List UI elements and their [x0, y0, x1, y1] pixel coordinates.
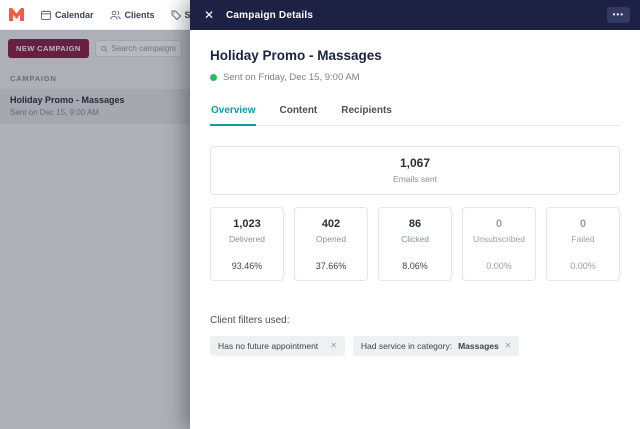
filter-chip-no-future-appointment: Has no future appointment ✕ — [210, 336, 345, 356]
tab-overview[interactable]: Overview — [210, 105, 257, 126]
stat-value: 402 — [321, 218, 341, 230]
filter-chip-service-category: Had service in category: Massages ✕ — [352, 336, 520, 356]
stats-row: 1,023 Delivered 93.46% 402 Opened 37.66%… — [210, 207, 620, 281]
emails-sent-value: 1,067 — [399, 156, 431, 170]
stat-label: Clicked — [401, 234, 429, 244]
chip-bold-text: Massages — [458, 341, 499, 351]
nav-item-clients[interactable]: Clients — [109, 9, 155, 20]
stat-percent: 93.46% — [231, 261, 263, 271]
close-icon[interactable]: ✕ — [200, 6, 218, 24]
stat-label: Opened — [315, 234, 347, 244]
panel-body: Holiday Promo - Massages Sent on Friday,… — [190, 30, 640, 356]
emails-sent-label: Emails sent — [393, 174, 437, 184]
more-options-button[interactable]: ••• — [606, 7, 630, 23]
emails-sent-card: 1,067 Emails sent — [210, 146, 620, 195]
campaign-title: Holiday Promo - Massages — [210, 48, 382, 63]
panel-header: ✕ Campaign Details ••• — [190, 0, 640, 30]
stat-percent: 0.00% — [486, 261, 512, 271]
stat-card-opened: 402 Opened 37.66% — [294, 207, 368, 281]
calendar-icon — [41, 9, 51, 20]
stat-percent: 0.00% — [570, 261, 596, 271]
nav-item-label: Calendar — [55, 9, 94, 20]
tag-icon — [171, 10, 181, 20]
app-screen: Calendar Clients Sales NEW CAMPAIGN — [0, 0, 640, 429]
tab-content[interactable]: Content — [278, 105, 318, 126]
stat-card-clicked: 86 Clicked 8.06% — [378, 207, 452, 281]
panel-title: Campaign Details — [226, 9, 314, 21]
stat-value: 0 — [579, 218, 587, 230]
stat-value: 1,023 — [233, 218, 261, 230]
stat-card-failed: 0 Failed 0.00% — [546, 207, 620, 281]
chip-text: Has no future appointment — [218, 341, 319, 351]
chip-text: Had service in category: — [360, 341, 453, 351]
nav-item-label: Clients — [124, 9, 155, 20]
tab-recipients[interactable]: Recipients — [340, 105, 393, 126]
stat-value: 0 — [495, 218, 503, 230]
stat-label: Unsubscribed — [473, 234, 525, 244]
campaign-details-panel: ✕ Campaign Details ••• Holiday Promo - M… — [190, 0, 640, 429]
tab-bar: Overview Content Recipients — [210, 105, 620, 126]
client-filters-label: Client filters used: — [210, 315, 290, 326]
stat-percent: 37.66% — [315, 261, 347, 271]
sent-status-text: Sent on Friday, Dec 15, 9:00 AM — [223, 72, 360, 83]
sent-status-dot — [210, 74, 217, 81]
overlay-scrim[interactable] — [0, 30, 190, 429]
stat-card-unsubscribed: 0 Unsubscribed 0.00% — [462, 207, 536, 281]
chip-remove-icon[interactable]: ✕ — [505, 342, 512, 350]
stat-card-delivered: 1,023 Delivered 93.46% — [210, 207, 284, 281]
status-row: Sent on Friday, Dec 15, 9:00 AM — [210, 72, 620, 83]
stat-label: Delivered — [229, 234, 265, 244]
stat-label: Failed — [571, 234, 595, 244]
filter-chips: Has no future appointment ✕ Had service … — [210, 336, 620, 356]
nav-item-calendar[interactable]: Calendar — [41, 10, 94, 20]
stat-percent: 8.06% — [402, 261, 428, 271]
stat-value: 86 — [408, 218, 422, 230]
chip-remove-icon[interactable]: ✕ — [330, 342, 337, 350]
clients-icon — [109, 10, 121, 20]
app-logo[interactable] — [8, 7, 25, 22]
